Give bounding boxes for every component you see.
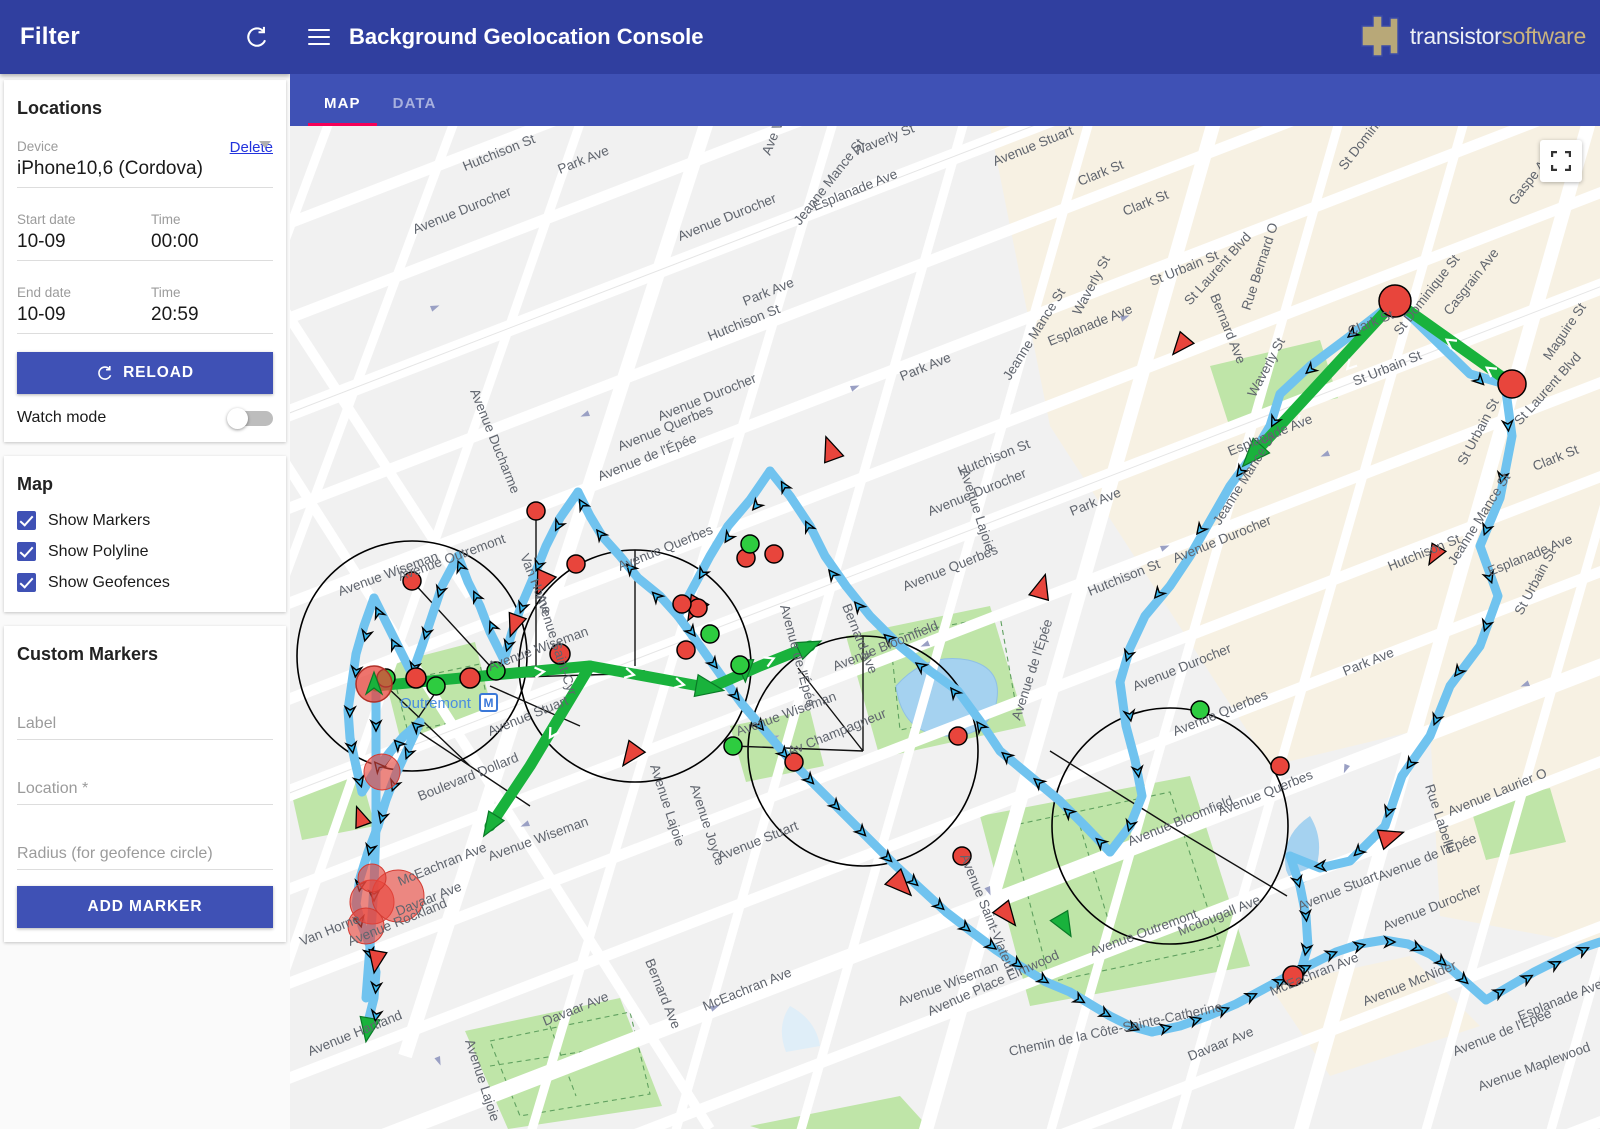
tab-bar: MAP DATA [290, 74, 1600, 126]
marker-red[interactable] [676, 640, 696, 660]
end-date-field[interactable]: End date 10-09 [17, 275, 139, 326]
marker-green[interactable] [730, 655, 750, 675]
filter-title: Filter [20, 23, 80, 50]
reload-button[interactable]: RELOAD [17, 352, 273, 394]
refresh-icon[interactable] [244, 24, 270, 50]
location-input[interactable]: Location * [17, 740, 273, 805]
hamburger-menu-icon[interactable] [308, 24, 330, 49]
checkbox-label: Show Markers [48, 511, 151, 529]
marker-red[interactable] [566, 554, 586, 574]
add-marker-button[interactable]: ADD MARKER [17, 886, 273, 928]
marker-red[interactable] [764, 544, 784, 564]
map-current-position-marker[interactable] [355, 665, 393, 703]
transit-marker-label: M [484, 696, 494, 710]
fullscreen-icon [1551, 151, 1571, 171]
checkbox-icon [17, 542, 36, 561]
watch-mode-toggle[interactable] [227, 408, 273, 429]
marker-red[interactable] [672, 594, 692, 614]
label-input[interactable]: Label [17, 675, 273, 740]
filter-header: Filter [0, 0, 290, 74]
start-time-label: Time [151, 212, 181, 227]
map-title-text: Map [17, 474, 53, 494]
add-marker-label: ADD MARKER [87, 898, 203, 915]
logo-secondary: software [1501, 22, 1586, 49]
brand-logo-text: transistorsoftware [1410, 23, 1586, 50]
brand-logo: transistorsoftware [1352, 8, 1586, 64]
reload-label: RELOAD [123, 364, 194, 381]
page-title: Background Geolocation Console [349, 24, 704, 49]
locations-title: Locations [17, 98, 103, 118]
map-options-card: Map Show Markers Show Polyline Show Geof… [4, 456, 286, 612]
transit-station-icon[interactable]: M [479, 693, 498, 712]
checkbox-show-polyline[interactable]: Show Polyline [17, 536, 273, 567]
marker-green[interactable] [426, 676, 446, 696]
marker-green[interactable] [700, 624, 720, 644]
divider [17, 333, 273, 334]
end-time-value: 20:59 [151, 304, 199, 325]
end-time-label: Time [151, 285, 181, 300]
custom-markers-title: Custom Markers [17, 644, 159, 664]
checkbox-icon [17, 511, 36, 530]
marker-green[interactable] [740, 534, 760, 554]
filter-sidebar: Filter Locations Device Delete iPhone10,… [0, 0, 290, 1129]
fullscreen-button[interactable] [1540, 140, 1582, 182]
tab-map[interactable]: MAP [308, 95, 377, 126]
watch-mode-row[interactable]: Watch mode [17, 394, 273, 429]
locations-card: Locations Device Delete iPhone10,6 (Cord… [4, 80, 286, 442]
end-date-label: End date [17, 285, 72, 300]
divider [17, 187, 273, 188]
map-canvas[interactable]: M Outremont Park Ave Park Ave Park Ave P… [290, 126, 1600, 1129]
start-time-value: 00:00 [151, 231, 199, 252]
device-select[interactable]: Device Delete iPhone10,6 (Cordova) [17, 129, 273, 188]
marker-red[interactable] [688, 598, 708, 618]
marker-red[interactable] [1497, 369, 1527, 399]
checkbox-label: Show Geofences [48, 573, 170, 591]
start-date-label: Start date [17, 212, 76, 227]
main-region: Background Geolocation Console transisto… [290, 0, 1600, 1129]
chevron-down-icon [259, 141, 271, 148]
marker-red[interactable] [948, 726, 968, 746]
end-date-value: 10-09 [17, 304, 66, 325]
marker-red[interactable] [459, 667, 481, 689]
start-date-field[interactable]: Start date 10-09 [17, 202, 139, 253]
divider [17, 260, 273, 261]
app-root: Filter Locations Device Delete iPhone10,… [0, 0, 1600, 1129]
radius-input[interactable]: Radius (for geofence circle) [17, 805, 273, 870]
checkbox-icon [17, 573, 36, 592]
marker-red[interactable] [526, 501, 546, 521]
checkbox-label: Show Polyline [48, 542, 149, 560]
app-header: Background Geolocation Console transisto… [290, 0, 1600, 74]
place-label: Outremont [400, 695, 472, 712]
start-time-field[interactable]: Time 00:00 [151, 202, 273, 253]
transistor-logo-icon [1361, 15, 1399, 57]
device-value: iPhone10,6 (Cordova) [17, 158, 203, 179]
marker-red[interactable] [405, 667, 427, 689]
checkbox-show-markers[interactable]: Show Markers [17, 505, 273, 536]
tab-data[interactable]: DATA [377, 95, 453, 126]
watch-mode-label: Watch mode [17, 409, 107, 426]
logo-primary: transistor [1409, 22, 1502, 49]
map-svg[interactable]: M Outremont Park Ave Park Ave Park Ave P… [290, 126, 1600, 1129]
marker-green[interactable] [723, 736, 743, 756]
start-date-value: 10-09 [17, 231, 66, 252]
end-time-field[interactable]: Time 20:59 [151, 275, 273, 326]
custom-markers-card: Custom Markers Label Location * Radius (… [4, 626, 286, 942]
checkbox-show-geofences[interactable]: Show Geofences [17, 567, 273, 598]
marker-red[interactable] [1270, 756, 1290, 776]
map-options-title: Map [17, 456, 273, 505]
reload-icon [98, 365, 112, 380]
toggle-knob [227, 408, 248, 429]
